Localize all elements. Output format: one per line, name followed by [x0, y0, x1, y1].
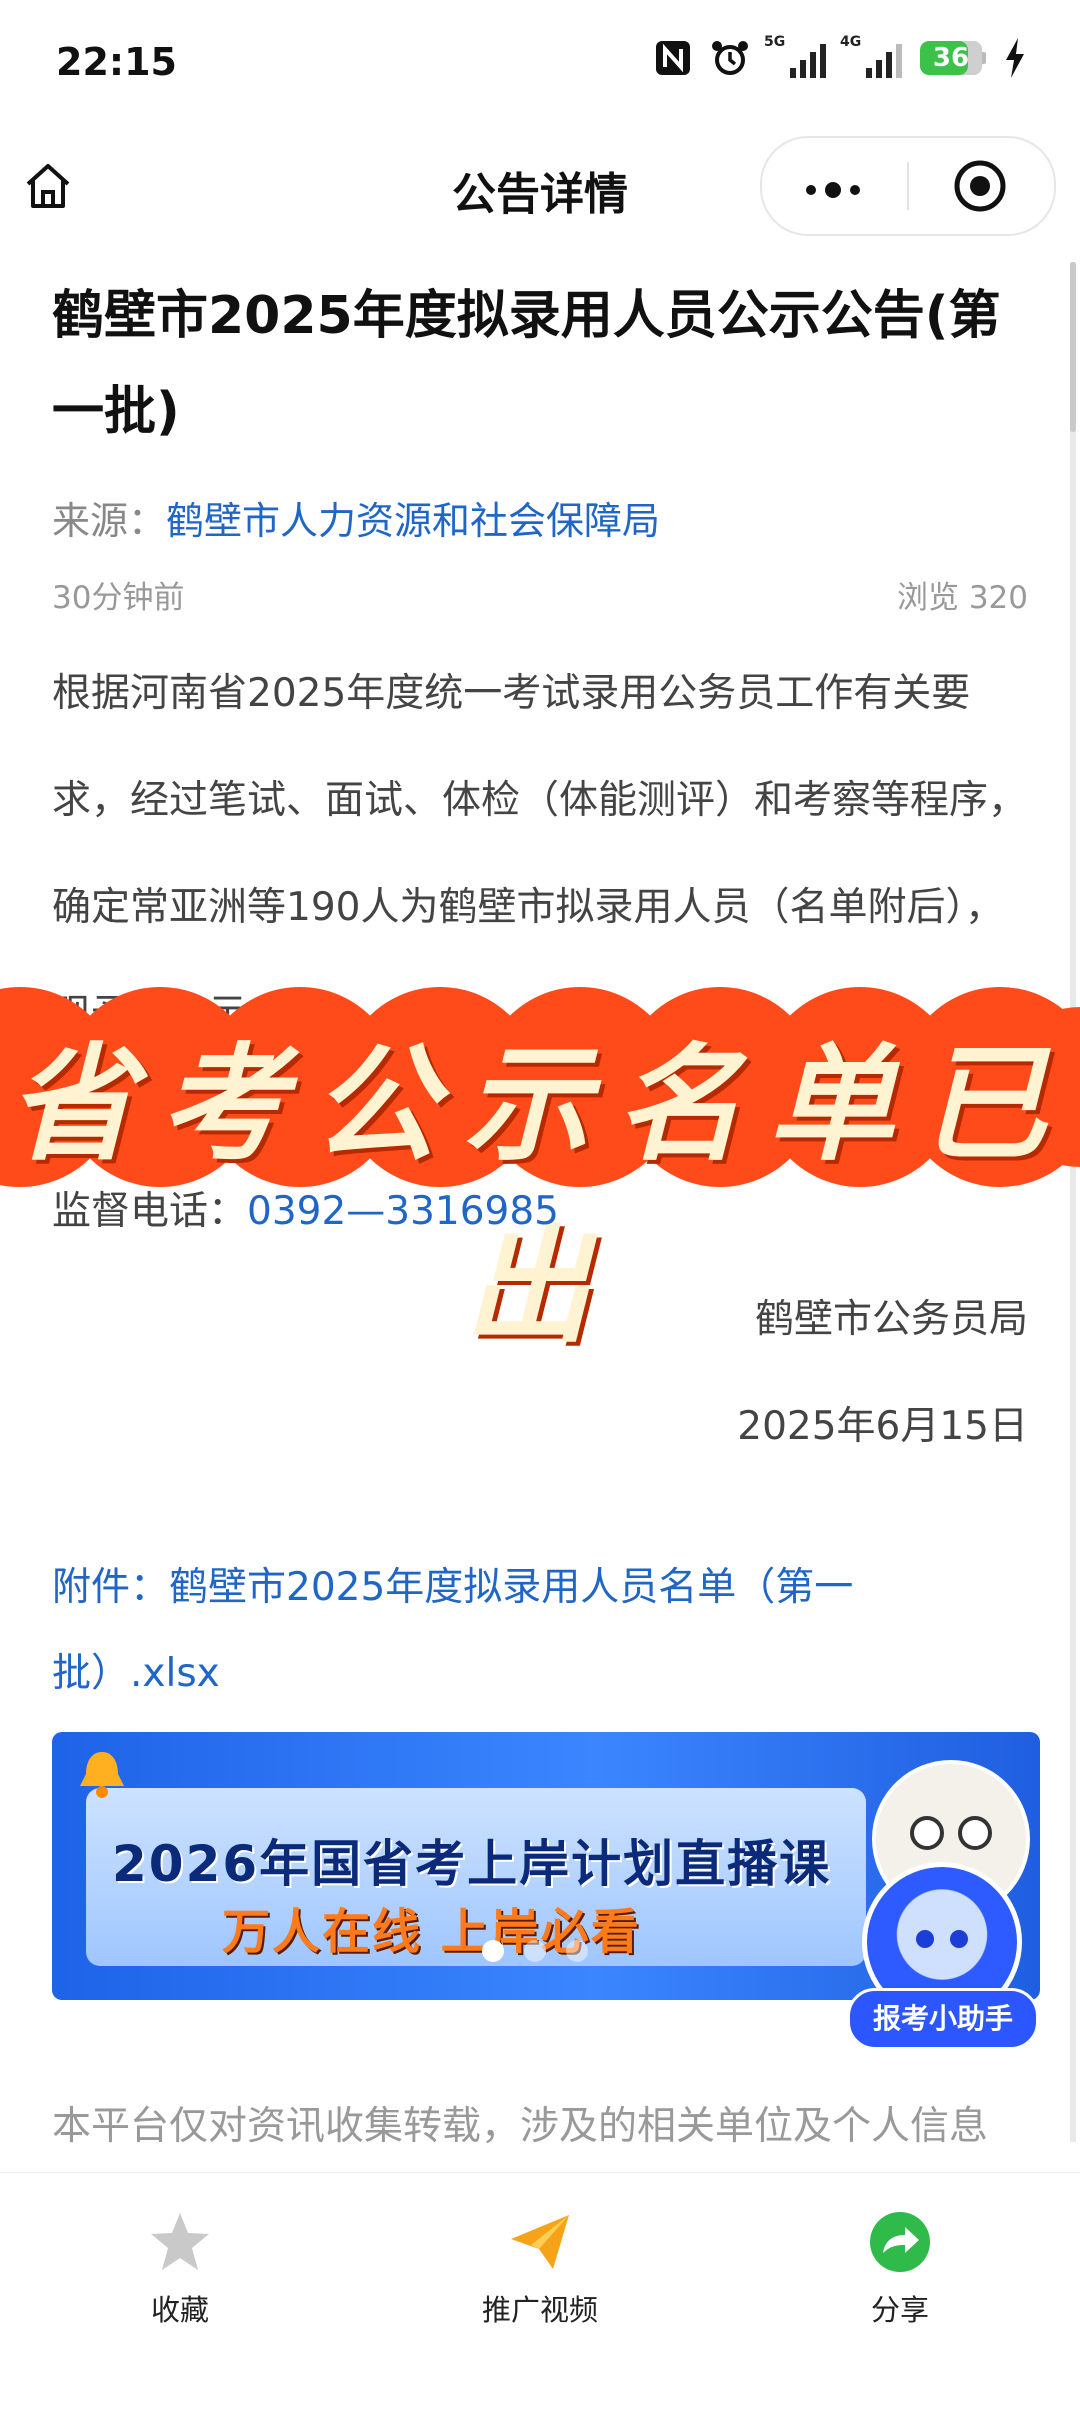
promo-video-label: 推广视频 [481, 2293, 598, 2327]
status-icons: 5G 4G 36 [654, 34, 1026, 78]
bell-icon [80, 1752, 124, 1798]
carousel-dot[interactable] [566, 1940, 588, 1962]
more-icon[interactable] [806, 182, 860, 198]
publish-time: 30分钟前 [52, 580, 185, 616]
capsule-divider [907, 162, 909, 210]
supervision-phone: 监督电话：0392—3316985 [52, 1180, 559, 1236]
share-button[interactable]: 分享 [800, 2209, 1000, 2329]
battery-icon: 36 [920, 41, 986, 75]
promo-video-button[interactable]: 推广视频 [440, 2209, 640, 2329]
carousel-dot[interactable] [482, 1940, 504, 1962]
signal-icon: 4G [840, 34, 902, 78]
source-org-link[interactable]: 鹤壁市人力资源和社会保障局 [166, 499, 660, 543]
share-label: 分享 [870, 2293, 929, 2327]
miniapp-capsule [760, 136, 1056, 236]
phone-label: 监督电话： [52, 1189, 248, 1234]
signal-5g-label: 5G [764, 34, 786, 50]
alarm-icon [712, 41, 748, 75]
status-bar: 22:15 5G 4G 36 [0, 0, 1080, 125]
share-icon [870, 2212, 930, 2272]
status-time: 22:15 [56, 40, 177, 84]
signal-4g-label: 4G [840, 34, 862, 50]
signature-date: 2025年6月15日 [737, 1404, 1028, 1449]
source-label: 来源： [52, 499, 167, 543]
target-icon[interactable] [952, 158, 1008, 214]
charging-icon [1006, 38, 1024, 78]
favorite-label: 收藏 [150, 2293, 209, 2327]
phone-number-link[interactable]: 0392—3316985 [247, 1189, 559, 1234]
carousel-indicator[interactable] [482, 1940, 588, 1962]
carousel-dot[interactable] [524, 1940, 546, 1962]
signal-icon: 5G [764, 34, 826, 78]
nfc-icon [656, 41, 690, 75]
bottom-action-bar: 收藏 推广视频 分享 [0, 2172, 1080, 2415]
favorite-button[interactable]: 收藏 [80, 2209, 280, 2329]
paper-plane-icon [511, 2215, 569, 2269]
article-source: 来源：鹤壁市人力资源和社会保障局 [52, 490, 660, 545]
battery-level: 36 [920, 41, 982, 75]
banner-title: 2026年国省考上岸计划直播课 [112, 1835, 832, 1893]
disclaimer-text: 本平台仅对资讯收集转载，涉及的相关单位及个人信息 [52, 2104, 989, 2149]
star-icon [151, 2213, 209, 2270]
article-title: 鹤壁市2025年度拟录用人员公示公告(第一批) [52, 286, 1001, 442]
attachment-link[interactable]: 附件：鹤壁市2025年度拟录用人员名单（第一批）.xlsx [52, 1545, 952, 1717]
assistant-button[interactable]: 报考小助手 [847, 1988, 1039, 2050]
signature-org: 鹤壁市公务员局 [754, 1297, 1028, 1342]
nav-bar: 公告详情 [0, 130, 1080, 240]
promo-overlay: 省考公示名单已出 [0, 985, 1080, 1360]
view-count: 浏览 320 [896, 580, 1028, 616]
